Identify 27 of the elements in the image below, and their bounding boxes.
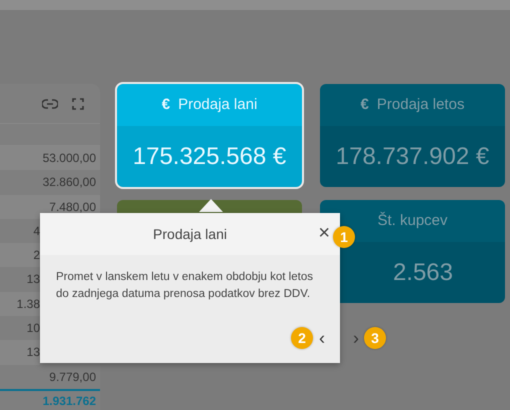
card-value: 2.563 [392, 258, 453, 288]
table-cell-text: 10 [26, 320, 40, 338]
table-cell: 13 [0, 340, 40, 365]
table-cell: 53.000,00 [0, 146, 100, 170]
kpi-card[interactable]: € Prodaja letos 178.737.902 € [320, 84, 505, 187]
table-cell: 1.38 [0, 292, 40, 316]
card-title: Prodaja letos [376, 94, 464, 115]
card-value: 175.325.568 € [132, 142, 286, 172]
table-cell-text: 9.779,00 [48, 368, 97, 386]
step-badge: 3 [364, 327, 386, 349]
euro-icon: € [162, 94, 170, 116]
next-button[interactable]: › [350, 329, 362, 347]
popover-title: Prodaja lani [153, 224, 227, 244]
table-cell-text: 13 [26, 271, 40, 288]
card-title: Prodaja lani [178, 94, 258, 115]
card-title: Št. kupcev [377, 210, 448, 231]
table-cell-text: 32.860,00 [42, 174, 97, 192]
kpi-card[interactable]: € Prodaja lani 175.325.568 € [117, 84, 302, 187]
card-value: 178.737.902 € [336, 142, 490, 172]
link-icon[interactable] [42, 98, 58, 108]
total-cell: 1.931.762 [0, 388, 100, 410]
table-cell: 2 [0, 243, 40, 268]
previous-button[interactable]: ‹ [316, 329, 328, 347]
table-cell-text: 4 [32, 222, 40, 240]
fullscreen-icon[interactable] [72, 98, 84, 110]
euro-icon: € [360, 94, 369, 116]
popover-text: Promet v lanskem letu v enakem obdobju kot letos do zadnjega datuma prenosa podatkov brez DDV. [55, 270, 314, 302]
